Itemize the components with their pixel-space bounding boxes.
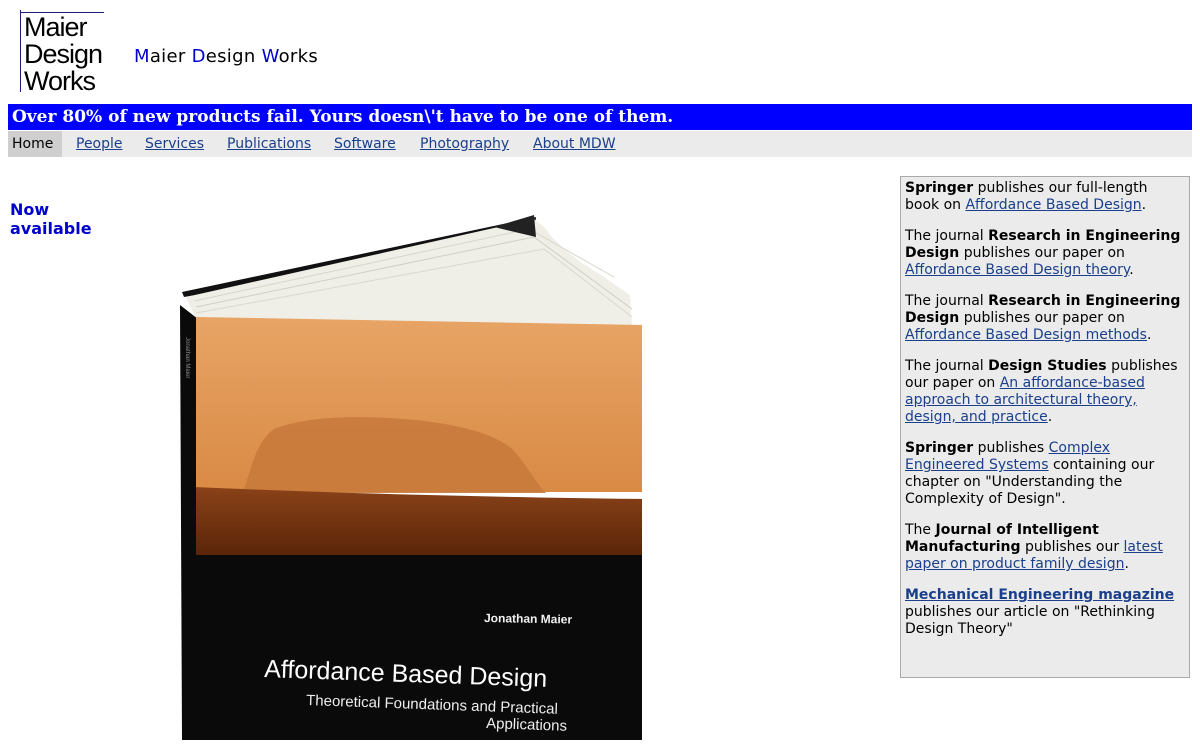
- nav-publications[interactable]: Publications: [227, 131, 311, 157]
- sidebar-text: The journal: [905, 228, 989, 244]
- sidebar-text: publishes our article on "Rethinking Des…: [905, 604, 1155, 637]
- sidebar-text: .: [1141, 197, 1147, 213]
- magazine-link[interactable]: Mechanical Engineering magazine: [905, 587, 1174, 603]
- paper-link[interactable]: Affordance Based Design theory: [905, 262, 1129, 278]
- sidebar-item: Mechanical Engineering magazine publishe…: [905, 587, 1185, 638]
- logo-rule-vertical: [20, 10, 21, 92]
- publisher-name: Springer: [905, 180, 974, 196]
- title-word: esign: [205, 46, 262, 67]
- sidebar-text: The journal: [905, 358, 989, 374]
- sidebar-item: The Journal of Intelligent Manufacturing…: [905, 522, 1185, 573]
- title-initial: M: [134, 46, 150, 67]
- book-cover-image[interactable]: Jonathan Maier Affordance Based Design T…: [134, 197, 684, 740]
- sidebar-text: The journal: [905, 293, 989, 309]
- nav-software[interactable]: Software: [334, 131, 396, 157]
- paper-link[interactable]: Affordance Based Design methods: [905, 327, 1147, 343]
- now-available-line: available: [10, 219, 92, 238]
- book-illustration: Jonathan Maier Affordance Based Design T…: [180, 215, 642, 740]
- sidebar-text: .: [1047, 409, 1053, 425]
- book-author: Jonathan Maier: [484, 611, 573, 627]
- nav-services[interactable]: Services: [145, 131, 204, 157]
- title-word: aier: [149, 46, 192, 67]
- logo-line: Design: [24, 39, 103, 69]
- nav-home[interactable]: Home: [8, 131, 62, 157]
- nav-photography[interactable]: Photography: [420, 131, 509, 157]
- sidebar-text: publishes our paper on: [959, 310, 1125, 326]
- site-logo[interactable]: Maier Design Works: [20, 10, 106, 98]
- nav-about[interactable]: About MDW: [533, 131, 616, 157]
- site-title: Maier Design Works: [134, 46, 318, 67]
- sidebar-item: Springer publishes Complex Engineered Sy…: [905, 440, 1185, 508]
- sidebar-item: The journal Design Studies publishes our…: [905, 358, 1185, 426]
- tagline-banner: Over 80% of new products fail. Yours doe…: [8, 104, 1192, 130]
- sidebar-text: publishes our paper on: [959, 245, 1125, 261]
- title-initial: D: [191, 46, 206, 67]
- now-available-line: Now: [10, 200, 50, 219]
- nav-link[interactable]: Publications: [227, 136, 311, 152]
- sidebar-item: Springer publishes our full-length book …: [905, 180, 1185, 214]
- now-available-label: Now available: [10, 200, 92, 238]
- sidebar-text: publishes: [973, 440, 1049, 456]
- sidebar-text: .: [1146, 327, 1152, 343]
- publications-sidebar: Springer publishes our full-length book …: [900, 176, 1190, 678]
- book-spine-text: Jonathan Maier: [184, 337, 190, 378]
- sidebar-text: .: [1124, 556, 1129, 572]
- publisher-name: Springer: [905, 440, 974, 456]
- nav-link[interactable]: Software: [334, 136, 396, 152]
- nav-people[interactable]: People: [76, 131, 123, 157]
- logo-line: Maier: [24, 12, 88, 42]
- nav-link[interactable]: About MDW: [533, 136, 616, 152]
- nav-link[interactable]: Photography: [420, 136, 509, 152]
- title-initial: W: [261, 46, 279, 67]
- sidebar-text: publishes our: [1020, 539, 1124, 555]
- book-subtitle-line: Applications: [486, 715, 567, 735]
- title-word: orks: [278, 46, 319, 67]
- book-link[interactable]: Affordance Based Design: [965, 197, 1141, 213]
- journal-name: Design Studies: [988, 358, 1107, 374]
- sidebar-text: The: [905, 522, 936, 538]
- nav-link[interactable]: People: [76, 136, 123, 152]
- nav-link[interactable]: Services: [145, 136, 204, 152]
- sidebar-text: .: [1129, 262, 1134, 278]
- main-nav: Home People Services Publications Softwa…: [8, 131, 1192, 157]
- sidebar-item: The journal Research in Engineering Desi…: [905, 228, 1185, 279]
- logo-text: Maier Design Works: [24, 12, 103, 96]
- sidebar-item: The journal Research in Engineering Desi…: [905, 293, 1185, 344]
- logo-line: Works: [24, 66, 96, 96]
